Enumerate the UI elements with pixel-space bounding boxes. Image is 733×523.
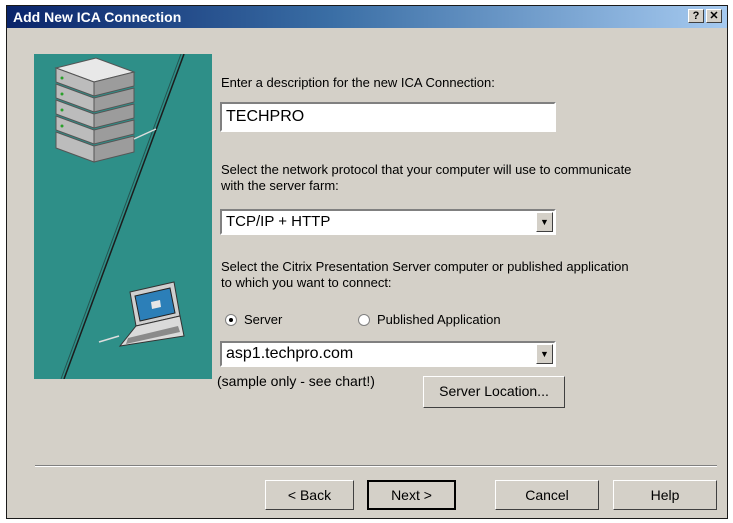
- server-radio[interactable]: [225, 314, 237, 326]
- window-title: Add New ICA Connection: [13, 9, 182, 25]
- server-icon: [54, 57, 136, 163]
- cancel-button[interactable]: Cancel: [495, 480, 599, 510]
- published-application-radio-label[interactable]: Published Application: [377, 312, 501, 328]
- server-value: asp1.techpro.com: [226, 345, 354, 362]
- close-title-button[interactable]: ✕: [706, 9, 722, 23]
- next-button[interactable]: Next >: [367, 480, 456, 510]
- help-icon: ?: [692, 10, 700, 22]
- chevron-down-icon[interactable]: ▼: [536, 344, 553, 364]
- server-combobox[interactable]: asp1.techpro.com ▼: [220, 341, 556, 367]
- target-label: Select the Citrix Presentation Server co…: [221, 259, 629, 290]
- laptop-icon: [118, 281, 185, 347]
- sample-note: (sample only - see chart!): [217, 373, 375, 389]
- published-application-radio[interactable]: [358, 314, 370, 326]
- help-title-button[interactable]: ?: [688, 9, 704, 23]
- server-location-button[interactable]: Server Location...: [423, 376, 565, 408]
- help-button[interactable]: Help: [613, 480, 717, 510]
- title-bar[interactable]: Add New ICA Connection ? ✕: [7, 6, 727, 28]
- wizard-graphic: [34, 54, 212, 379]
- dialog-window: Add New ICA Connection ? ✕ Enter a descr…: [6, 5, 728, 519]
- protocol-dropdown[interactable]: TCP/IP + HTTP ▼: [220, 209, 556, 235]
- close-icon: ✕: [709, 10, 719, 22]
- button-separator: [35, 465, 717, 467]
- protocol-label: Select the network protocol that your co…: [221, 162, 632, 193]
- description-label: Enter a description for the new ICA Conn…: [221, 75, 495, 90]
- server-radio-label[interactable]: Server: [244, 312, 282, 328]
- chevron-down-icon[interactable]: ▼: [536, 212, 553, 232]
- protocol-selected-value: TCP/IP + HTTP: [226, 213, 331, 230]
- server-laptop-illustration: [54, 54, 185, 379]
- back-button[interactable]: < Back: [265, 480, 354, 510]
- description-input[interactable]: TECHPRO: [220, 102, 556, 132]
